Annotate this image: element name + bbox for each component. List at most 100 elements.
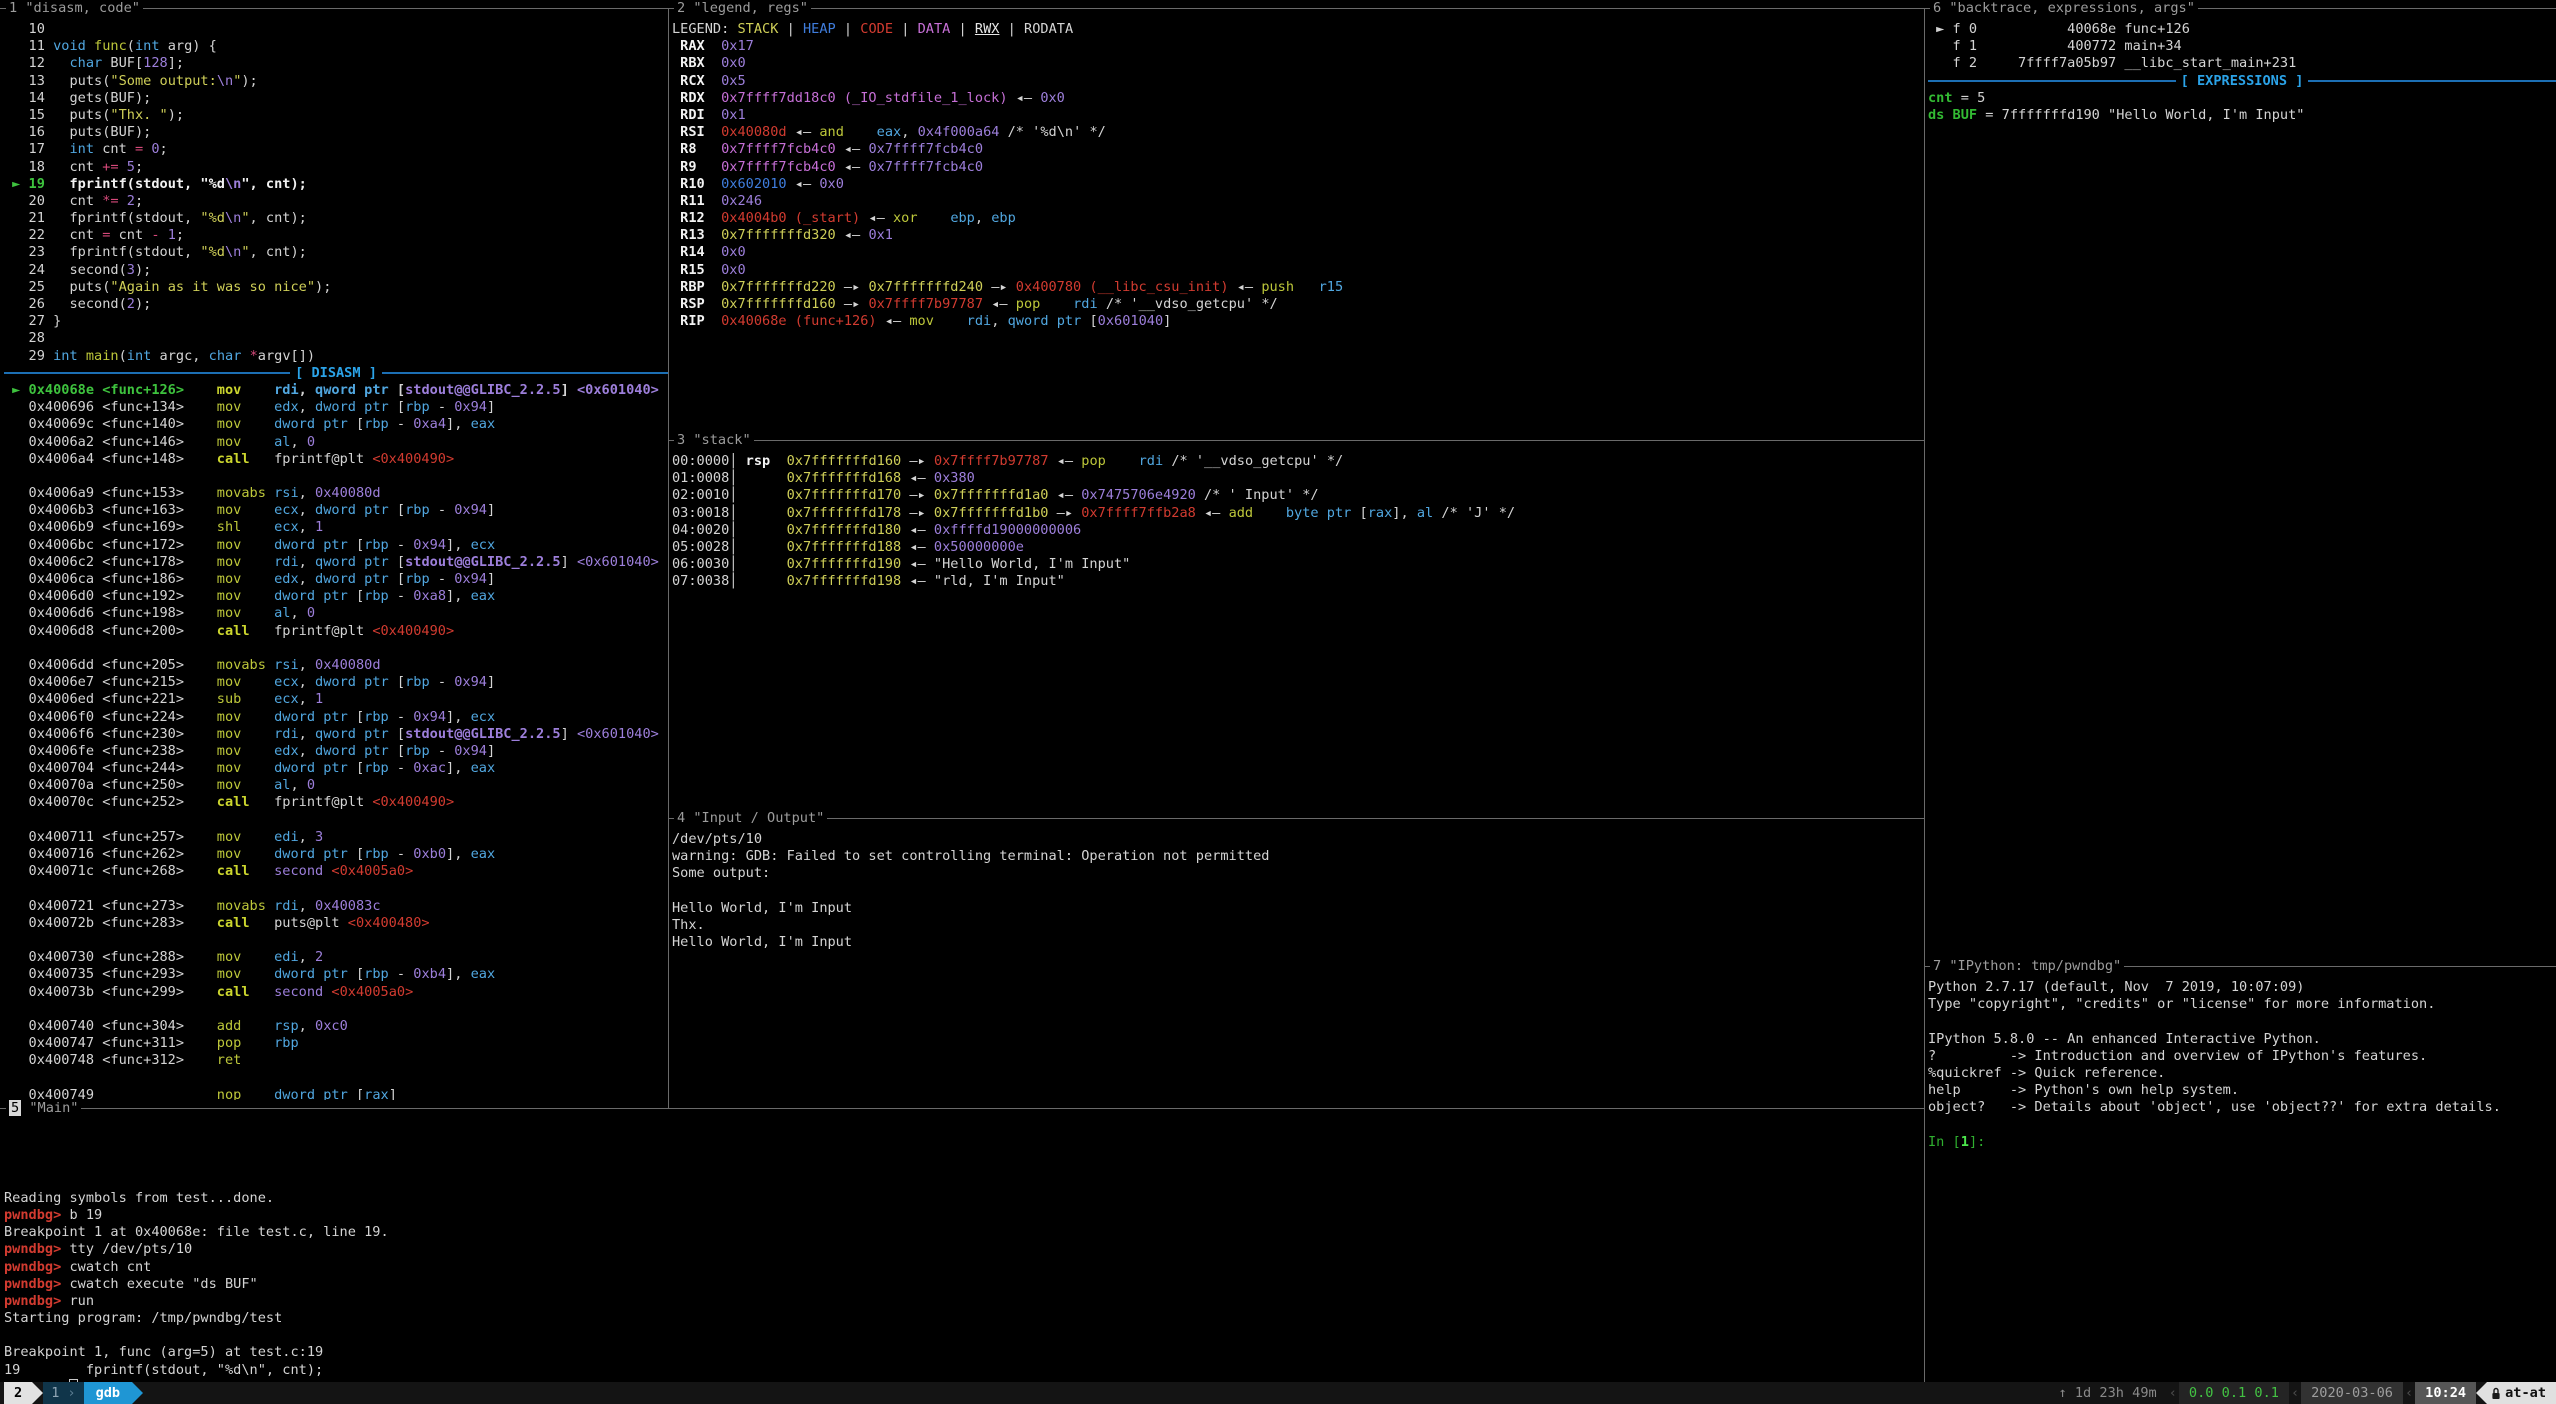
chevron-left-icon: ‹ (2289, 1382, 2301, 1404)
terminal-line (1928, 1013, 2556, 1030)
terminal-line: ► 19 fprintf(stdout, "%d\n", cnt); (4, 176, 668, 193)
terminal-line: 22 cnt = cnt - 1; (4, 227, 668, 244)
terminal-line: 06:0030│ 0x7fffffffd190 ◂— "Hello World,… (672, 556, 1924, 573)
terminal-line: 03:0018│ 0x7fffffffd178 —▸ 0x7fffffffd1b… (672, 505, 1924, 522)
terminal-line: %quickref -> Quick reference. (1928, 1065, 2556, 1082)
terminal-line: 0x4006a9 <func+153> movabs rsi, 0x40080d (4, 485, 668, 502)
terminal-line: 26 second(2); (4, 296, 668, 313)
terminal-line: 0x4006f0 <func+224> mov dword ptr [rbp -… (4, 709, 668, 726)
date-label: 2020-03-06 (2301, 1382, 2403, 1404)
terminal-line: RBP 0x7fffffffd220 —▸ 0x7fffffffd240 —▸ … (672, 279, 1924, 296)
terminal-line: 0x4006a2 <func+146> mov al, 0 (4, 434, 668, 451)
terminal-line: RSP 0x7fffffffd160 —▸ 0x7ffff7b97787 ◂— … (672, 296, 1924, 313)
up-arrow-icon: ↑ (2059, 1385, 2075, 1401)
terminal-line: 0x4006dd <func+205> movabs rsi, 0x40080d (4, 657, 668, 674)
terminal-line: 0x400748 <func+312> ret (4, 1052, 668, 1069)
terminal-line: Python 2.7.17 (default, Nov 7 2019, 10:0… (1928, 979, 2556, 996)
pane-backtrace-expressions[interactable]: ► f 0 40068e func+126 f 1 400772 main+34… (1924, 0, 2556, 958)
section-divider: [ EXPRESSIONS ] (1928, 73, 2556, 90)
terminal-line: 10 (4, 21, 668, 38)
terminal-line: 0x4006f6 <func+230> mov rdi, qword ptr [… (4, 726, 668, 743)
terminal-line: 0x4006d0 <func+192> mov dword ptr [rbp -… (4, 588, 668, 605)
powerline-arrow-icon (32, 1382, 43, 1404)
pane-title-input-output: 4 "Input / Output" (674, 810, 827, 827)
terminal-line: 0x40072b <func+283> call puts@plt <0x400… (4, 915, 668, 932)
terminal-line: 01:0008│ 0x7fffffffd168 ◂— 0x380 (672, 470, 1924, 487)
terminal-line: Starting program: /tmp/pwndbg/test (4, 1310, 1924, 1327)
terminal-line (672, 883, 1924, 900)
pane-border-vertical-right[interactable] (1924, 8, 1925, 1382)
terminal-line: 0x4006bc <func+172> mov dword ptr [rbp -… (4, 537, 668, 554)
terminal-line: 14 gets(BUF); (4, 90, 668, 107)
pane-stack[interactable]: 00:0000│ rsp 0x7fffffffd160 —▸ 0x7ffff7b… (668, 432, 1924, 810)
pane-border-stack (668, 440, 1924, 441)
chevron-right-icon: › (59, 1385, 75, 1401)
terminal-line: R8 0x7ffff7fcb4c0 ◂— 0x7ffff7fcb4c0 (672, 141, 1924, 158)
terminal-line: RDX 0x7ffff7dd18c0 (_IO_stdfile_1_lock) … (672, 90, 1924, 107)
lock-icon (2491, 1387, 2501, 1400)
terminal-line: 0x40070c <func+252> call fprintf@plt <0x… (4, 794, 668, 811)
pane-border-main (0, 1108, 1924, 1109)
terminal-line: R10 0x602010 ◂— 0x0 (672, 176, 1924, 193)
terminal-line: 00:0000│ rsp 0x7fffffffd160 —▸ 0x7ffff7b… (672, 453, 1924, 470)
terminal-line: 0x400735 <func+293> mov dword ptr [rbp -… (4, 966, 668, 983)
terminal-line: 15 puts("Thx. "); (4, 107, 668, 124)
terminal-line: IPython 5.8.0 -- An enhanced Interactive… (1928, 1031, 2556, 1048)
powerline-arrow-icon (132, 1382, 143, 1404)
pane-title-stack: 3 "stack" (674, 432, 754, 449)
terminal-line: 19 fprintf(stdout, "%d\n", cnt); (4, 1362, 1924, 1379)
terminal-line: 07:0038│ 0x7fffffffd198 ◂— "rld, I'm Inp… (672, 573, 1924, 590)
pane-disasm-code[interactable]: 10 11 void func(int arg) { 12 char BUF[1… (0, 0, 668, 1100)
terminal-line (4, 1155, 1924, 1172)
terminal-line: 0x40071c <func+268> call second <0x4005a… (4, 863, 668, 880)
terminal-line: 0x400740 <func+304> add rsp, 0xc0 (4, 1018, 668, 1035)
terminal-line: 0x400696 <func+134> mov edx, dword ptr [… (4, 399, 668, 416)
terminal-line: R9 0x7ffff7fcb4c0 ◂— 0x7ffff7fcb4c0 (672, 159, 1924, 176)
terminal-line: /dev/pts/10 (672, 831, 1924, 848)
terminal-line (4, 1001, 668, 1018)
terminal-line: 0x4006e7 <func+215> mov ecx, dword ptr [… (4, 674, 668, 691)
terminal-line: pwndbg> run (4, 1293, 1924, 1310)
terminal-line: R13 0x7fffffffd320 ◂— 0x1 (672, 227, 1924, 244)
chevron-left-icon: ‹ (2167, 1382, 2179, 1404)
terminal-line: Breakpoint 1, func (arg=5) at test.c:19 (4, 1344, 1924, 1361)
pane-main-console[interactable]: Reading symbols from test...done. pwndbg>… (0, 1100, 1924, 1382)
tmux-session-badge[interactable]: 2 (4, 1382, 32, 1404)
terminal-line: pwndbg> cwatch execute "ds BUF" (4, 1276, 1924, 1293)
terminal-line: 0x400747 <func+311> pop rbp (4, 1035, 668, 1052)
terminal-line: Hello World, I'm Input (672, 934, 1924, 951)
terminal-line: RSI 0x40080d ◂— and eax, 0x4f000a64 /* '… (672, 124, 1924, 141)
pane-title-ipython: 7 "IPython: tmp/pwndbg" (1930, 958, 2124, 975)
pane-border-io (668, 818, 1924, 819)
powerline-arrow-icon (2476, 1382, 2487, 1404)
terminal-line: f 2 7ffff7a05b97 __libc_start_main+231 (1928, 55, 2556, 72)
terminal-line: ► 0x40068e <func+126> mov rdi, qword ptr… (4, 382, 668, 399)
terminal-line: Reading symbols from test...done. (4, 1190, 1924, 1207)
terminal-line: 29 int main(int argc, char *argv[]) (4, 348, 668, 365)
terminal-line: In [1]: (1928, 1134, 2556, 1151)
load-average-label: 0.0 0.1 0.1 (2179, 1382, 2289, 1404)
terminal-line: 23 fprintf(stdout, "%d\n", cnt); (4, 244, 668, 261)
chevron-left-icon: ‹ (2403, 1382, 2415, 1404)
terminal-line (4, 640, 668, 657)
terminal-line: 0x4006a4 <func+148> call fprintf@plt <0x… (4, 451, 668, 468)
terminal-line: 20 cnt *= 2; (4, 193, 668, 210)
terminal-line (4, 1327, 1924, 1344)
tmux-window-tab-gdb[interactable]: gdb (84, 1382, 133, 1404)
pane-legend-regs[interactable]: LEGEND: STACK | HEAP | CODE | DATA | RWX… (668, 0, 1924, 432)
terminal-line: 28 (4, 330, 668, 347)
hostname-badge: at-at (2487, 1382, 2556, 1404)
terminal-line: 0x4006fe <func+238> mov edx, dword ptr [… (4, 743, 668, 760)
terminal-line: ► f 0 40068e func+126 (1928, 21, 2556, 38)
pane-border-vertical-left[interactable] (668, 8, 669, 1108)
terminal-line: cnt = 5 (1928, 90, 2556, 107)
terminal-line: RIP 0x40068e (func+126) ◂— mov rdi, qwor… (672, 313, 1924, 330)
pane-title-disasm-code: 1 "disasm, code" (6, 0, 143, 17)
terminal-line: pwndbg> cwatch cnt (4, 1259, 1924, 1276)
terminal-line: 0x4006c2 <func+178> mov rdi, qword ptr [… (4, 554, 668, 571)
tmux-window-index: 1› (43, 1382, 83, 1404)
terminal-line (4, 1069, 668, 1086)
pane-input-output[interactable]: /dev/pts/10warning: GDB: Failed to set c… (668, 810, 1924, 1100)
terminal-line: pwndbg> tty /dev/pts/10 (4, 1241, 1924, 1258)
pane-ipython[interactable]: Python 2.7.17 (default, Nov 7 2019, 10:0… (1924, 958, 2556, 1382)
